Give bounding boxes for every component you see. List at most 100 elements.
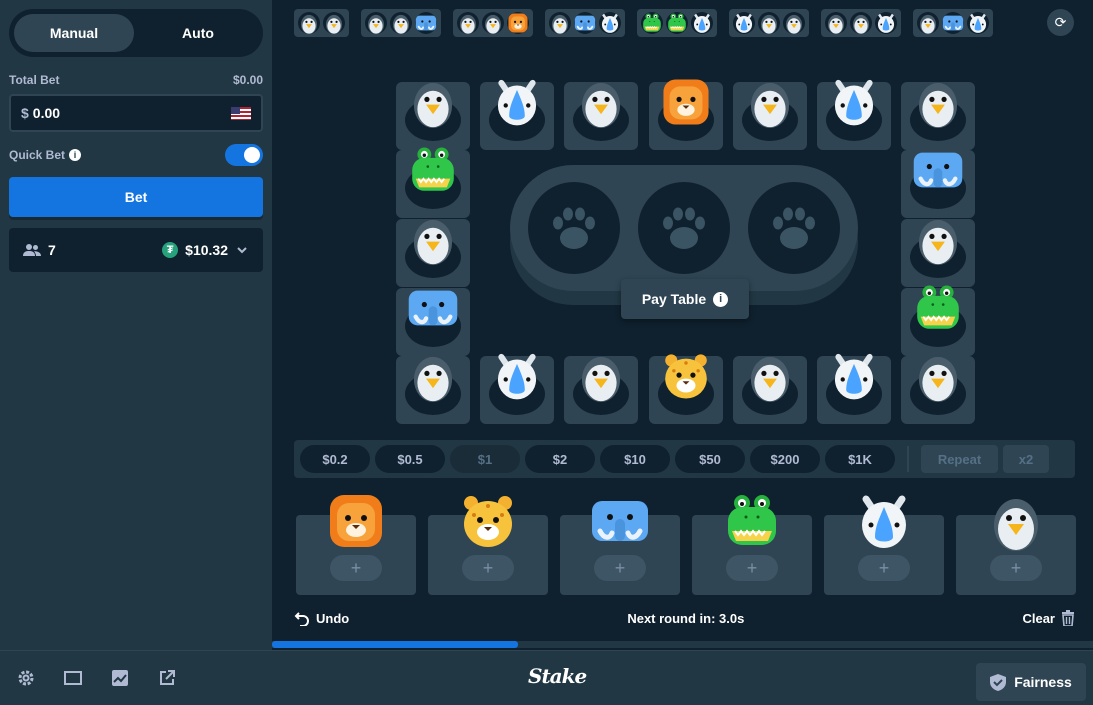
penguin-icon	[850, 12, 872, 34]
bet-slot-elephant[interactable]: +	[560, 501, 680, 595]
result-pill	[510, 165, 858, 291]
chip-2[interactable]: $2	[525, 445, 595, 473]
undo-button[interactable]: Undo	[294, 610, 349, 626]
history-item[interactable]	[637, 9, 717, 37]
bet-slot-penguin[interactable]: +	[956, 499, 1076, 595]
board-tile	[901, 219, 975, 287]
round-controls: Undo Next round in: 3.0s Clear	[294, 608, 1075, 628]
penguin-icon	[912, 76, 964, 133]
penguin-icon	[390, 12, 412, 34]
rhino-icon	[828, 76, 880, 133]
bet-amount-field: $	[9, 94, 263, 132]
footer-bar: Stake Fairness	[0, 650, 1093, 705]
repeat-button[interactable]: Repeat	[921, 445, 998, 473]
chip-1[interactable]: $1	[450, 445, 520, 473]
tab-manual[interactable]: Manual	[14, 14, 134, 52]
board-tile	[901, 150, 975, 218]
add-bet-button[interactable]: +	[726, 555, 778, 581]
pay-table-label: Pay Table	[641, 291, 707, 307]
elephant-icon	[574, 12, 596, 34]
bet-slot-lion[interactable]: +	[296, 495, 416, 595]
tether-icon: ₮	[162, 242, 179, 258]
sidebar: Manual Auto Total Bet $0.00 $ Quick Bet …	[0, 0, 272, 650]
penguin-icon	[407, 213, 459, 270]
board-tile	[901, 82, 975, 150]
round-progress-bar	[272, 641, 1093, 648]
bet-amount-input[interactable]	[32, 105, 227, 121]
add-bet-button[interactable]: +	[330, 555, 382, 581]
players-dropdown[interactable]: 7 ₮ $10.32	[9, 228, 263, 272]
elephant-icon	[415, 12, 437, 34]
settings-icon[interactable]	[16, 668, 36, 688]
quick-bet-toggle[interactable]	[225, 144, 263, 166]
board-tile	[396, 219, 470, 287]
tiger-icon	[458, 491, 518, 556]
tiger-icon	[660, 350, 712, 407]
penguin-icon	[917, 12, 939, 34]
pay-table-button[interactable]: Pay Table i	[621, 279, 749, 319]
rhino-icon	[967, 12, 989, 34]
history-item[interactable]	[361, 9, 441, 37]
chip-50[interactable]: $50	[675, 445, 745, 473]
history-item[interactable]	[729, 9, 809, 37]
croc-icon	[666, 12, 688, 34]
quick-bet-label: Quick Bet	[9, 148, 66, 162]
popout-icon[interactable]	[157, 668, 177, 688]
paw-icon	[528, 182, 620, 274]
tab-auto[interactable]: Auto	[138, 14, 258, 52]
history-item[interactable]	[294, 9, 349, 37]
player-count: 7	[48, 242, 56, 258]
clear-button[interactable]: Clear	[1022, 610, 1075, 626]
bet-slot-tiger[interactable]: +	[428, 496, 548, 595]
board-tile	[817, 79, 891, 150]
rhino-icon	[854, 491, 914, 556]
penguin-icon	[457, 12, 479, 34]
add-bet-button[interactable]: +	[462, 555, 514, 581]
history-item[interactable]	[453, 9, 533, 37]
board-tile	[901, 285, 975, 356]
info-icon[interactable]: i	[69, 149, 82, 161]
add-bet-button[interactable]: +	[990, 555, 1042, 581]
total-bet-row: Total Bet $0.00	[9, 73, 263, 87]
penguin-icon	[744, 350, 796, 407]
quick-bet-row: Quick Bet i	[9, 144, 263, 166]
lion-icon	[326, 491, 386, 556]
mode-switch: Manual Auto	[9, 9, 263, 57]
history-item[interactable]	[545, 9, 625, 37]
board-tile	[649, 354, 723, 424]
rhino-icon	[828, 350, 880, 407]
stats-icon[interactable]	[110, 668, 130, 688]
fairness-button[interactable]: Fairness	[976, 663, 1086, 701]
penguin-icon	[986, 491, 1046, 556]
bet-slot-croc[interactable]: +	[692, 495, 812, 595]
game-area: ⟳ Pay Table i $0.2 $0.5 $1 $2 $10 $50 $200 $1K R…	[272, 0, 1093, 650]
board-tile	[396, 82, 470, 150]
total-bet-label: Total Bet	[9, 73, 60, 87]
theatre-mode-icon[interactable]	[63, 668, 83, 688]
penguin-icon	[744, 76, 796, 133]
stake-logo: Stake	[528, 664, 587, 688]
users-icon	[23, 244, 41, 256]
history-item[interactable]	[913, 9, 993, 37]
x2-button[interactable]: x2	[1003, 445, 1049, 473]
chip-10[interactable]: $10	[600, 445, 670, 473]
rhino-icon	[491, 350, 543, 407]
undo-icon	[294, 612, 309, 626]
bet-button[interactable]: Bet	[9, 177, 263, 217]
chip-0.2[interactable]: $0.2	[300, 445, 370, 473]
refresh-icon[interactable]: ⟳	[1047, 9, 1074, 36]
history-item[interactable]	[821, 9, 901, 37]
rhino-icon	[491, 76, 543, 133]
penguin-icon	[298, 12, 320, 34]
add-bet-button[interactable]: +	[858, 555, 910, 581]
undo-label: Undo	[316, 610, 350, 626]
chip-1k[interactable]: $1K	[825, 445, 895, 473]
chip-200[interactable]: $200	[750, 445, 820, 473]
add-bet-button[interactable]: +	[594, 555, 646, 581]
us-flag-icon[interactable]	[231, 106, 251, 120]
next-round-timer: Next round in: 3.0s	[627, 610, 745, 626]
round-progress-fill	[272, 641, 519, 648]
chip-0.5[interactable]: $0.5	[375, 445, 445, 473]
bet-slot-rhino[interactable]: +	[824, 495, 944, 595]
pot-amount: $10.32	[185, 242, 228, 258]
